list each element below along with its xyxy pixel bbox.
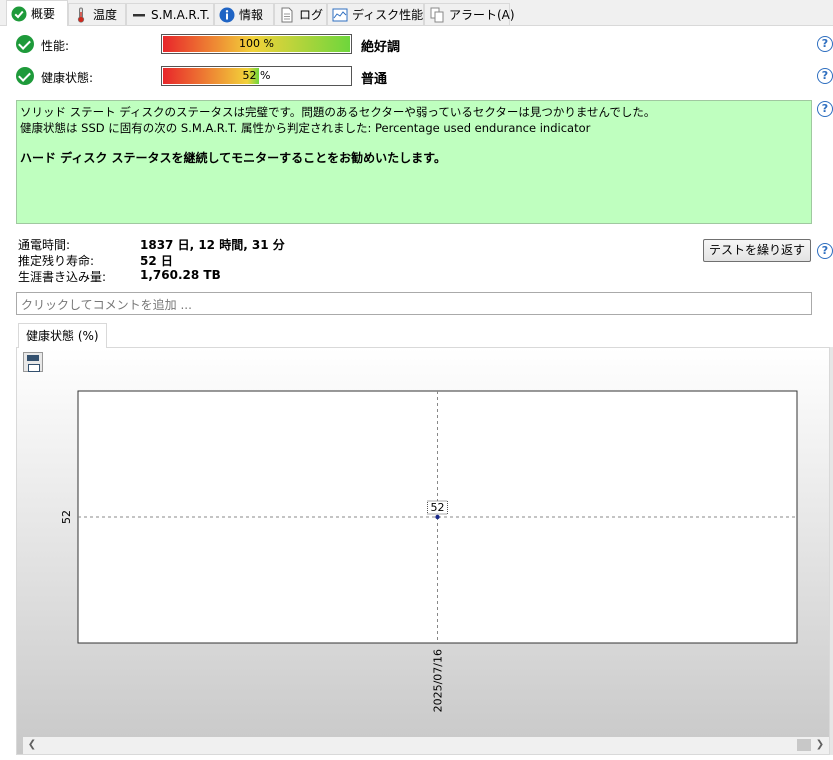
help-icon[interactable]: ?: [817, 36, 833, 52]
power-on-time-label: 通電時間:: [18, 238, 71, 252]
status-line-1: ソリッド ステート ディスクのステータスは完璧です。問題のあるセクターや弱ってい…: [20, 105, 656, 119]
tab-log[interactable]: ログ: [274, 3, 327, 25]
tab-label: S.M.A.R.T.: [151, 7, 210, 22]
tab-label: 情報: [239, 8, 264, 22]
comment-field[interactable]: クリックしてコメントを追加 ...: [16, 292, 812, 315]
check-circle-icon: [11, 6, 27, 22]
smart-dash-icon: [131, 7, 147, 23]
chart-panel: 52 52 2025/07/16 ❮ ❯: [16, 347, 830, 755]
tab-bar-divider: [0, 25, 833, 26]
lifetime-writes-label: 生涯書き込み量:: [18, 270, 107, 284]
horizontal-scrollbar[interactable]: ❮ ❯: [23, 737, 829, 754]
help-icon[interactable]: ?: [817, 68, 833, 84]
x-tick-label: 2025/07/16: [432, 649, 445, 712]
health-bar: 52 %: [161, 66, 352, 86]
check-circle-icon: [16, 35, 34, 53]
performance-bar: 100 %: [161, 34, 352, 54]
lifetime-writes-value: 1,760.28 TB: [140, 268, 221, 282]
tab-health-chart[interactable]: 健康状態 (%): [18, 323, 107, 348]
status-line-2: 健康状態は SSD に固有の次の S.M.A.R.T. 属性から判定されました:…: [20, 121, 591, 135]
tab-temperature[interactable]: 温度: [68, 3, 126, 25]
performance-label: 性能:: [41, 39, 70, 53]
scroll-left-icon[interactable]: ❮: [25, 738, 39, 752]
data-point: [435, 514, 440, 520]
document-icon: [279, 7, 295, 23]
retest-button[interactable]: テストを繰り返す: [703, 239, 811, 262]
performance-verdict: 絶好調: [361, 40, 401, 55]
scrollbar-thumb[interactable]: [797, 739, 811, 751]
data-label: 52: [431, 501, 445, 514]
tab-label: ディスク性能: [352, 8, 424, 22]
power-on-time-value: 1837 日, 12 時間, 31 分: [140, 238, 285, 252]
tab-disk-performance[interactable]: ディスク性能: [327, 3, 424, 25]
scroll-right-icon[interactable]: ❯: [813, 738, 827, 752]
help-icon[interactable]: ?: [817, 243, 833, 259]
tab-info[interactable]: 情報: [214, 3, 274, 25]
status-advice: ハード ディスク ステータスを継続してモニターすることをお勧めいたします。: [20, 151, 446, 165]
tab-label: 概要: [31, 7, 56, 21]
tab-overview[interactable]: 概要: [6, 0, 68, 26]
alert-copy-icon: [429, 7, 445, 23]
tab-alerts[interactable]: アラート(A): [424, 3, 515, 25]
status-message-box: ソリッド ステート ディスクのステータスは完璧です。問題のあるセクターや弱ってい…: [16, 100, 812, 224]
performance-percent: 100 %: [239, 37, 274, 50]
help-icon[interactable]: ?: [817, 101, 833, 117]
health-percent: 52 %: [242, 69, 271, 82]
tab-label: 温度: [93, 8, 118, 22]
y-tick-label: 52: [60, 510, 73, 524]
health-verdict: 普通: [361, 72, 388, 87]
check-circle-icon: [16, 67, 34, 85]
thermometer-icon: [73, 7, 89, 23]
tab-label: アラート(A): [449, 8, 515, 22]
tab-label: ログ: [299, 8, 324, 22]
remaining-life-value: 52 日: [140, 254, 173, 268]
health-label: 健康状態:: [41, 71, 94, 85]
remaining-life-label: 推定残り寿命:: [18, 254, 95, 268]
chart-icon: [332, 7, 348, 23]
info-icon: [219, 7, 235, 23]
tab-bar: 概要 温度 S.M.A.R.T. 情報 ログ ディスク性能 アラート(A): [0, 0, 833, 26]
tab-smart[interactable]: S.M.A.R.T.: [126, 3, 214, 25]
health-chart: 52 52 2025/07/16: [60, 390, 798, 712]
